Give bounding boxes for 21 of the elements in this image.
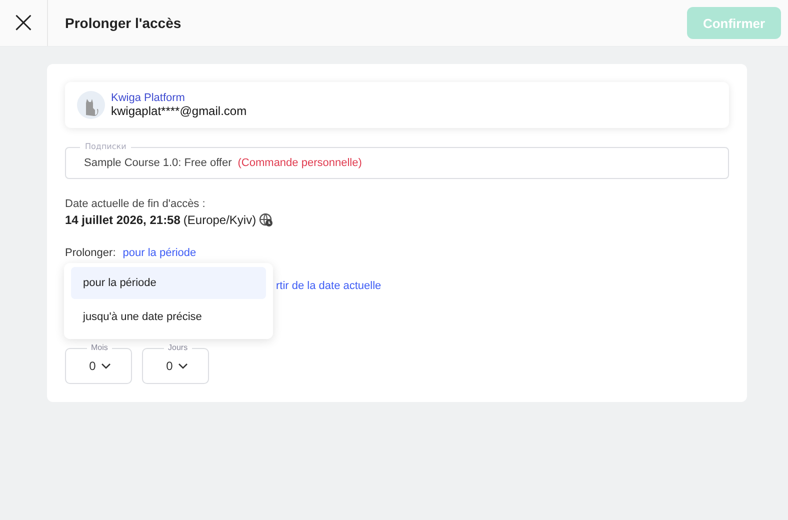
end-date-label: Date actuelle de fin d'accès : [65,198,206,210]
order-note: (Commande personnelle) [238,157,362,169]
field-label: Jours [164,343,192,352]
timezone: (Europe/Kyiv) [183,213,256,227]
end-date: 14 juillet 2026, 21:58 [65,213,180,227]
chevron-icon [178,363,188,369]
field-label: Mois [87,343,112,352]
mode-link[interactable]: pour la période [122,247,196,259]
menu-item[interactable]: pour la période [71,267,266,299]
close-button[interactable]: × [0,0,48,46]
subscription-name: Sample Course 1.0: Free offer [84,157,232,169]
account-name[interactable]: Kwiga Platform [111,92,247,104]
account-email: kwigaplat****@gmail.com [111,104,247,118]
globe-clock-icon [259,213,274,227]
field-label: Подписки [80,142,132,151]
menu-item[interactable]: jusqu'à une date précise [71,301,266,333]
dialog-title: Prolonger l'accès [65,15,182,31]
start-option-link[interactable]: rtir de la date actuelle [276,280,382,292]
cat-avatar-icon [77,91,105,119]
extend-label: Prolonger: [65,247,116,259]
chevron-icon [100,363,111,369]
